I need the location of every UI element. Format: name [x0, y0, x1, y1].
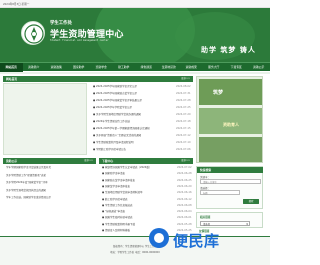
list-item[interactable]: ● 2024-2025学年国家奖学金评审结果公示 2024-07-28: [90, 97, 193, 104]
photo-caption: 资助育人: [223, 122, 239, 127]
search-range-select[interactable]: 标题: [200, 190, 240, 195]
list-item-title[interactable]: ● 2024年学生资助宣传工作总结: [93, 118, 130, 125]
footer-copyright: 版权所有：学生资助管理中心 学生工作处: [113, 245, 157, 248]
nav-item[interactable]: 奖助学金: [90, 63, 113, 72]
header-banner: 学生工作处 学生资助管理中心 Student financial aid man…: [0, 8, 270, 62]
list-item[interactable]: ● 2024年学生资助宣传工作总结 2024-07-18: [90, 118, 193, 125]
list-item-title[interactable]: ● 2024-2025学年第一学期家庭经济困难认定通知: [93, 125, 150, 132]
list-item-date: 2024-07-28: [176, 99, 191, 102]
search-input[interactable]: 请输入关键字: [200, 179, 261, 184]
nav-item[interactable]: 勤工助学: [113, 63, 136, 72]
panel-title-text: 下载中心: [102, 159, 114, 163]
list-item-title[interactable]: ● 2024-2025学年国家奖学金评审结果公示: [93, 97, 142, 104]
list-item-title[interactable]: 学年工作总结，国家助学金发放情况公示: [6, 194, 51, 201]
list-item[interactable]: ● 2024-2025学年第一学期家庭经济困难认定通知 2024-07-15: [90, 125, 193, 132]
list-item[interactable]: ● 关于学院生源地信用助学贷款办理的通知 2024-07-20: [90, 111, 193, 118]
site-title-english: Student financial aid management center: [50, 39, 109, 42]
list-item-title[interactable]: ● 关于学院生源地信用助学贷款办理的通知: [93, 111, 141, 118]
nav-item[interactable]: 绿色通道: [135, 63, 158, 72]
list-item[interactable]: 学年学期国家助学金评定结果公示及有关: [3, 164, 96, 171]
list-item-title[interactable]: ● 2024-2025学年国家助学金评定公示: [93, 83, 137, 90]
list-item-date: 2024-07-20: [176, 113, 191, 116]
chevron-down-icon: ▼: [246, 223, 248, 226]
list-item-date: 2024-07-31: [176, 92, 191, 95]
photo-gallery[interactable]: 筑梦 资助育人: [196, 76, 263, 163]
gallery-photo[interactable]: 筑梦: [199, 79, 262, 105]
panel-title-text: 网站首页: [6, 77, 18, 81]
list-item-date: 2024-07-25: [176, 106, 191, 109]
footer: 版权所有：学生资助管理中心 学生工作处 地址：学院学生工作处 电话：0000-0…: [0, 236, 270, 265]
list-item[interactable]: ● 2024-2025学年学院奖学金公示 2024-07-25: [90, 104, 193, 111]
list-item[interactable]: 关于学院2024年度“国家奖学金”评审: [3, 179, 96, 186]
watermark-text: 便民库: [173, 232, 220, 250]
slogan: 助学 筑梦 铸人: [201, 45, 256, 54]
nav-item[interactable]: 生源地贷款: [158, 63, 181, 72]
list-item-title[interactable]: ● 关于开展“资助育人”主题征文活动的通知: [93, 132, 141, 139]
list-item[interactable]: ● 关于开展“资助育人”主题征文活动的通知 2024-07-12: [90, 132, 193, 139]
department-name: 学生工作处: [50, 21, 72, 26]
main-nav: 网站首页 资助简介 资助政策 国家助学 奖助学金 勤工助学 绿色通道 生源地贷款 资助成果 服务大…: [0, 62, 271, 72]
list-item[interactable]: 关于学院生源地贷款回执提交的通知: [3, 187, 96, 194]
gallery-photo[interactable]: [199, 137, 262, 162]
list-item-title[interactable]: ● 2024-2025学年国家励志奖学金公示: [93, 90, 137, 97]
list-item[interactable]: ● 学院勤工助学岗位申请公告 2024-07-06: [90, 146, 193, 153]
nav-item[interactable]: 资助政策: [45, 63, 68, 72]
search-panel: 快速搜索 关键字： 请输入关键字 请选择： 标题 搜索: [196, 166, 263, 209]
watermark-logo-icon: [149, 228, 169, 248]
related-links-panel: 相关链接 请选择 ▼: [196, 212, 263, 228]
more-link[interactable]: 更多>>: [181, 76, 190, 82]
select-value: 请选择: [203, 223, 210, 226]
list-item-title[interactable]: 关于学院2024年度“国家奖学金”评审: [6, 179, 47, 186]
search-button[interactable]: 搜索: [243, 199, 259, 204]
list-item[interactable]: ● 学生资助政策简介及申请流程说明 2024-07-10: [90, 139, 193, 146]
search-panel-title: 快速搜索: [197, 167, 263, 173]
related-links-title: 相关链接: [200, 216, 211, 219]
nav-item[interactable]: 下载专区: [225, 63, 248, 72]
list-item-title[interactable]: 学年学期国家助学金评定结果公示及有关: [6, 164, 51, 171]
school-logo-icon[interactable]: [21, 21, 45, 45]
list-item-title[interactable]: ● 资助育人案例材料模板: [102, 227, 130, 234]
news-list-main: ● 2024-2025学年国家助学金评定公示 2024-08-02 ● 2024-2…: [90, 83, 193, 155]
list-item[interactable]: 关于学院资助工作“星级资助者”表彰: [3, 172, 96, 179]
top-bar: 2024年8月3日 星期一: [0, 0, 270, 8]
list-item-date: 2024-07-06: [176, 148, 191, 151]
nav-item[interactable]: 资助成果: [180, 63, 203, 72]
nav-item[interactable]: 服务大厅: [203, 63, 226, 72]
panel-title-text: 资助公示: [6, 159, 18, 163]
news-list-right: ● 家庭经济困难学生认定申请表（2024版） 2024-07-02 ● 国家助学金申…: [99, 164, 193, 234]
list-item-date: 2024-07-10: [176, 141, 191, 144]
list-item-title[interactable]: 关于学院生源地贷款回执提交的通知: [6, 187, 46, 194]
date-text: 2024年8月3日 星期一: [3, 3, 30, 6]
footer-address: 地址：学院学生工作处 电话：0000-0000000: [110, 251, 160, 254]
nav-item[interactable]: 国家助学: [68, 63, 91, 72]
nav-item[interactable]: 资助简介: [23, 63, 46, 72]
list-item-date: 2024-07-15: [176, 127, 191, 130]
panel-title-text: 快速搜索: [200, 168, 212, 172]
nav-item[interactable]: 资助公示: [248, 63, 271, 72]
list-item[interactable]: ● 2024-2025学年国家助学金评定公示 2024-08-02: [90, 83, 193, 90]
nav-item[interactable]: 网站首页: [0, 63, 23, 72]
list-item-title[interactable]: ● 学生资助政策简介及申请流程说明: [93, 139, 133, 146]
list-item[interactable]: ● 2024-2025学年国家励志奖学金公示 2024-07-31: [90, 90, 193, 97]
list-item-title[interactable]: ● 学院勤工助学岗位申请公告: [93, 146, 126, 153]
photo-caption: 筑梦: [213, 90, 224, 96]
list-item-date: 2024-07-12: [176, 134, 191, 137]
sub-bar: [0, 72, 270, 74]
list-item-title[interactable]: 关于学院资助工作“星级资助者”表彰: [6, 172, 46, 179]
featured-news-area: [3, 83, 87, 155]
related-links-select[interactable]: 请选择 ▼: [200, 221, 250, 226]
news-list-left: 学年学期国家助学金评定结果公示及有关 关于学院资助工作“星级资助者”表彰 关于学院2…: [3, 164, 96, 204]
list-item-title[interactable]: ● 2024-2025学年学院奖学金公示: [93, 104, 132, 111]
list-item[interactable]: 学年工作总结，国家助学金发放情况公示: [3, 194, 96, 201]
gallery-photo[interactable]: 资助育人: [199, 108, 262, 134]
panel-title-main: 网站首页 更多>>: [3, 76, 193, 82]
list-item-date: 2024-08-02: [176, 85, 191, 88]
list-item-date: 2024-07-18: [176, 120, 191, 123]
